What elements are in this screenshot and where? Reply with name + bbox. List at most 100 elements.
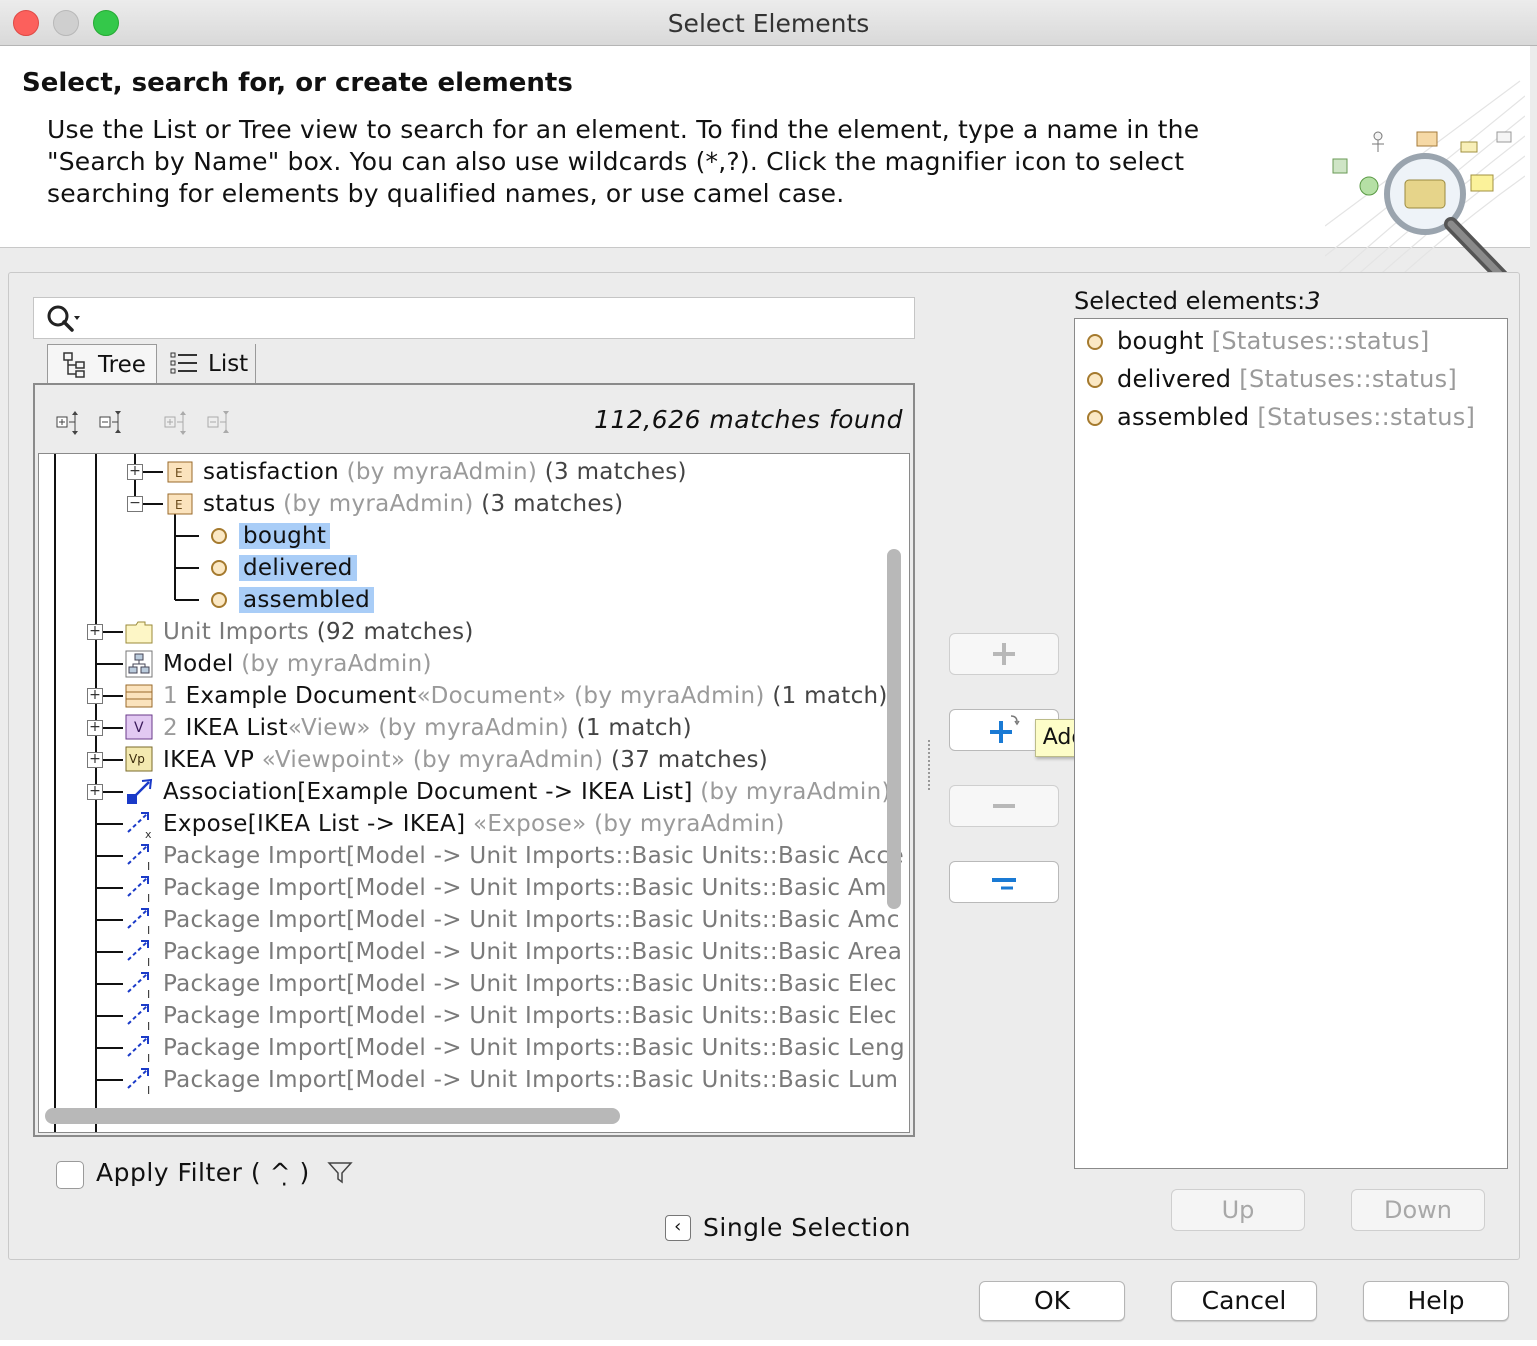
package-import-icon: I [127,940,150,968]
svg-text:Vp: Vp [129,752,145,766]
tree-row[interactable]: Model (by myraAdmin) [163,648,432,680]
tab-list[interactable]: List [160,344,256,384]
filter-funnel-icon[interactable] [327,1160,353,1186]
tree-row-selected[interactable]: bought [239,520,331,552]
tree-row[interactable]: Package Import[Model -> Unit Imports::Ba… [163,1064,898,1096]
element-name: Package Import[Model -> Unit Imports::Ba… [163,1003,897,1029]
view-icon: V [125,714,153,740]
expand-toggle[interactable]: + [127,464,143,480]
expand-toggle[interactable]: + [87,752,103,768]
element-owner: (by myraAdmin) [378,715,569,741]
single-selection-label: Single Selection [703,1213,912,1242]
element-name: Expose[IKEA List -> IKEA] [163,811,466,837]
element-stereotype: «Document» [416,683,567,709]
element-name: Package Import[Model -> Unit Imports::Ba… [163,939,903,965]
element-owner: (by myraAdmin) [241,651,432,677]
magnifier-dropdown-icon[interactable] [46,304,86,334]
selected-elements-label: Selected elements:3 [1074,287,1321,315]
expand-all-icon[interactable] [55,407,83,435]
horizontal-scrollbar[interactable] [45,1108,620,1124]
tree-row[interactable]: 1 Example Document«Document» (by myraAdm… [163,680,888,712]
up-button[interactable]: Up [1171,1189,1305,1231]
tree-row[interactable]: Package Import[Model -> Unit Imports::Ba… [163,936,902,968]
tab-tree-label: Tree [98,351,146,378]
tree-row-selected[interactable]: delivered [239,552,357,584]
tab-tree[interactable]: Tree [47,344,157,384]
chevron-left-icon: ‹ [665,1214,691,1241]
enumeration-icon: E [167,461,193,483]
tree-row[interactable]: Package Import[Model -> Unit Imports::Ba… [163,968,897,1000]
element-name: status [203,491,276,517]
vertical-scrollbar[interactable] [887,549,901,909]
svg-text:I: I [147,988,150,1000]
expand-toggle[interactable]: + [87,624,103,640]
add-recursive-button[interactable] [949,633,1059,675]
element-owner: (by myraAdmin) [412,747,604,773]
tree-row-selected[interactable]: assembled [239,584,375,616]
selected-item-path: [Statuses::status] [1239,365,1458,393]
magnifier-illustration-icon [1325,80,1525,291]
help-button[interactable]: Help [1363,1281,1509,1321]
single-selection-toggle[interactable]: ‹ Single Selection [665,1213,911,1242]
selected-item-name: bought [1117,327,1204,355]
collapse-all-icon[interactable] [98,407,126,435]
remove-button[interactable] [949,785,1059,827]
element-owner: (by myraAdmin) [574,683,765,709]
element-name: Example Document [185,683,417,709]
tree-row[interactable]: status (by myraAdmin) (3 matches) [203,488,623,520]
document-icon [125,684,153,708]
dialog-header: Select, search for, or create elements U… [0,46,1530,291]
tree-row[interactable]: Unit Imports (92 matches) [163,616,474,648]
element-stereotype: «View» [287,715,371,741]
selected-item[interactable]: bought [Statuses::status] [1087,323,1430,359]
tree-row[interactable]: 2 IKEA List«View» (by myraAdmin) (1 matc… [163,712,692,744]
package-import-icon: I [127,876,150,904]
element-name: Model [163,651,234,677]
expand-selected-icon[interactable] [163,407,191,435]
selected-elements-list[interactable]: bought [Statuses::status] delivered [Sta… [1074,318,1508,1169]
selected-item-path: [Statuses::status] [1257,403,1476,431]
match-count: (92 matches) [316,619,474,645]
tree-row[interactable]: Package Import[Model -> Unit Imports::Ba… [163,840,904,872]
remove-all-icon [992,878,1016,890]
selected-label-text: Selected elements: [1074,287,1306,315]
expand-toggle[interactable]: + [87,784,103,800]
tree-row[interactable]: Package Import[Model -> Unit Imports::Ba… [163,1000,897,1032]
search-field[interactable] [33,297,915,339]
enum-literal-icon [211,592,227,608]
enum-literal-icon [1087,334,1103,350]
collapse-toggle[interactable]: − [127,496,143,512]
association-icon [127,778,153,804]
search-input[interactable] [84,302,904,334]
tree-row[interactable]: Expose[IKEA List -> IKEA] «Expose» (by m… [163,808,785,840]
expand-toggle[interactable]: + [87,720,103,736]
element-name: bought [239,523,331,549]
tree-row[interactable]: IKEA VP «Viewpoint» (by myraAdmin) (37 m… [163,744,768,776]
tree-row[interactable]: Package Import[Model -> Unit Imports::Ba… [163,1032,905,1064]
tree-row[interactable]: Package Import[Model -> Unit Imports::Ba… [163,872,900,904]
element-stereotype: «Viewpoint» [261,747,406,773]
splitter-handle[interactable] [928,740,931,790]
selected-item[interactable]: delivered [Statuses::status] [1087,361,1457,397]
ok-button[interactable]: OK [979,1281,1125,1321]
tree-row[interactable]: Package Import[Model -> Unit Imports::Ba… [163,904,900,936]
tree-row[interactable]: Association[Example Document -> IKEA Lis… [163,776,891,808]
expand-toggle[interactable]: + [87,688,103,704]
element-name: Package Import[Model -> Unit Imports::Ba… [163,1067,899,1093]
element-name: IKEA List [185,715,288,741]
collapse-selected-icon[interactable] [206,407,234,435]
remove-all-button[interactable] [949,861,1059,903]
apply-filter-checkbox[interactable] [56,1161,84,1189]
package-import-icon: I [127,1068,150,1096]
tree-row[interactable]: satisfaction (by myraAdmin) (3 matches) [203,456,687,488]
element-tree[interactable]: + E satisfaction (by myraAdmin) (3 match… [38,453,910,1133]
enum-literal-icon [1087,372,1103,388]
package-import-icon: I [127,972,150,1000]
selected-item[interactable]: assembled [Statuses::status] [1087,399,1475,435]
element-owner: (by myraAdmin) [283,491,474,517]
down-button[interactable]: Down [1351,1189,1485,1231]
svg-text:I: I [147,1020,150,1032]
cancel-button[interactable]: Cancel [1171,1281,1317,1321]
header-description: Use the List or Tree view to search for … [47,115,1200,208]
selected-item-path: [Statuses::status] [1211,327,1430,355]
